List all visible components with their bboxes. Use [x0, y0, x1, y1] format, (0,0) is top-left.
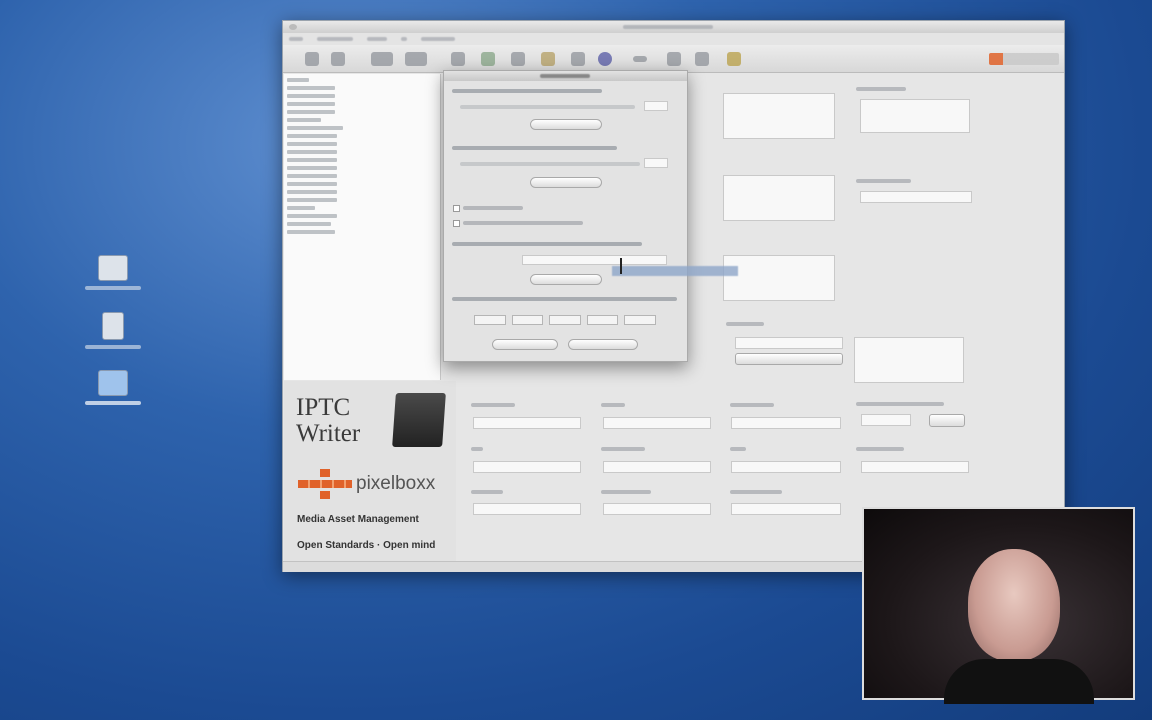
mouse-cursor-icon — [620, 258, 622, 274]
logo-title: IPTC Writer — [296, 394, 361, 447]
toolbar — [283, 45, 1064, 73]
menu-bar — [283, 33, 1064, 45]
text-field[interactable] — [861, 461, 969, 473]
path-field[interactable] — [522, 255, 667, 265]
pixelboxx-mark-icon — [298, 469, 354, 499]
file-icon — [102, 312, 124, 340]
text-area[interactable] — [723, 175, 835, 221]
date-field[interactable] — [861, 414, 911, 426]
title-bar[interactable] — [283, 21, 1064, 33]
user-icon[interactable] — [571, 52, 585, 66]
tool-icon[interactable] — [451, 52, 465, 66]
menu-item[interactable] — [317, 37, 353, 41]
list-item[interactable] — [287, 118, 321, 122]
iptc-writer-logo-panel: IPTC Writer pixelboxx Media Asset Manage… — [284, 381, 456, 561]
list-item[interactable] — [287, 86, 335, 90]
back-icon[interactable] — [305, 52, 319, 66]
list-item[interactable] — [287, 222, 331, 226]
settings-dialog — [443, 70, 688, 362]
text-field[interactable] — [735, 337, 843, 349]
presenter-head — [968, 549, 1060, 661]
tooltip — [612, 266, 738, 276]
tool-icon[interactable] — [481, 52, 495, 66]
folder-icon — [98, 370, 128, 396]
slogan: Open Standards · Open mind — [297, 540, 436, 551]
dialog-title-bar[interactable] — [444, 71, 687, 81]
desktop-icon-document[interactable] — [83, 255, 143, 290]
text-area[interactable] — [723, 255, 835, 301]
menu-item[interactable] — [367, 37, 387, 41]
menu-item[interactable] — [421, 37, 455, 41]
text-field[interactable] — [473, 503, 581, 515]
document-icon — [98, 255, 128, 281]
character-options[interactable] — [474, 315, 656, 325]
text-field[interactable] — [473, 461, 581, 473]
list-item[interactable] — [287, 126, 343, 130]
dropdown-select[interactable] — [860, 191, 972, 203]
text-area[interactable] — [854, 337, 964, 383]
list-item[interactable] — [287, 198, 337, 202]
brand-name: pixelboxx — [356, 473, 436, 494]
menu-item[interactable] — [401, 37, 407, 41]
list-item[interactable] — [287, 134, 337, 138]
text-field[interactable] — [731, 461, 841, 473]
list-item[interactable] — [287, 150, 337, 154]
list-item[interactable] — [287, 78, 309, 82]
text-area[interactable] — [723, 93, 835, 139]
checkbox[interactable] — [453, 205, 460, 212]
save-button[interactable] — [492, 339, 558, 350]
list-item[interactable] — [287, 94, 335, 98]
path-field[interactable] — [644, 101, 668, 111]
list-item[interactable] — [287, 142, 337, 146]
choose-button[interactable] — [530, 274, 602, 285]
text-field[interactable] — [603, 417, 711, 429]
forward-icon[interactable] — [331, 52, 345, 66]
list-item[interactable] — [287, 158, 337, 162]
help-icon[interactable] — [727, 52, 741, 66]
date-button[interactable] — [929, 414, 965, 427]
next-icon[interactable] — [405, 52, 427, 66]
list-item[interactable] — [287, 190, 337, 194]
button[interactable] — [735, 353, 843, 365]
text-field[interactable] — [731, 417, 841, 429]
list-item[interactable] — [287, 110, 335, 114]
tool-icon[interactable] — [695, 52, 709, 66]
cancel-button[interactable] — [568, 339, 638, 350]
choose-button[interactable] — [530, 119, 602, 130]
list-item[interactable] — [287, 102, 335, 106]
tagline: Media Asset Management — [297, 514, 419, 525]
list-item[interactable] — [287, 214, 337, 218]
tool-icon[interactable] — [511, 52, 525, 66]
desktop-icon-file[interactable] — [83, 312, 143, 349]
checkbox[interactable] — [453, 220, 460, 227]
tool-icon[interactable] — [667, 52, 681, 66]
list-item[interactable] — [287, 166, 337, 170]
file-list[interactable] — [284, 74, 441, 380]
text-field[interactable] — [603, 503, 711, 515]
list-item[interactable] — [287, 182, 337, 186]
list-item[interactable] — [287, 230, 335, 234]
text-field[interactable] — [473, 417, 581, 429]
path-field[interactable] — [644, 158, 668, 168]
desktop-icon-folder[interactable] — [83, 370, 143, 405]
choose-button[interactable] — [530, 177, 602, 188]
list-item[interactable] — [287, 174, 337, 178]
menu-item[interactable] — [289, 37, 303, 41]
tool-icon[interactable] — [633, 56, 647, 62]
pixelboxx-logo-icon — [989, 53, 1059, 65]
list-item[interactable] — [287, 206, 315, 210]
text-field[interactable] — [731, 503, 841, 515]
laptop-icon — [392, 393, 446, 447]
globe-icon[interactable] — [598, 52, 612, 66]
tool-icon[interactable] — [541, 52, 555, 66]
previous-icon[interactable] — [371, 52, 393, 66]
text-area[interactable] — [860, 99, 970, 133]
text-field[interactable] — [603, 461, 711, 473]
webcam-overlay — [862, 507, 1135, 704]
